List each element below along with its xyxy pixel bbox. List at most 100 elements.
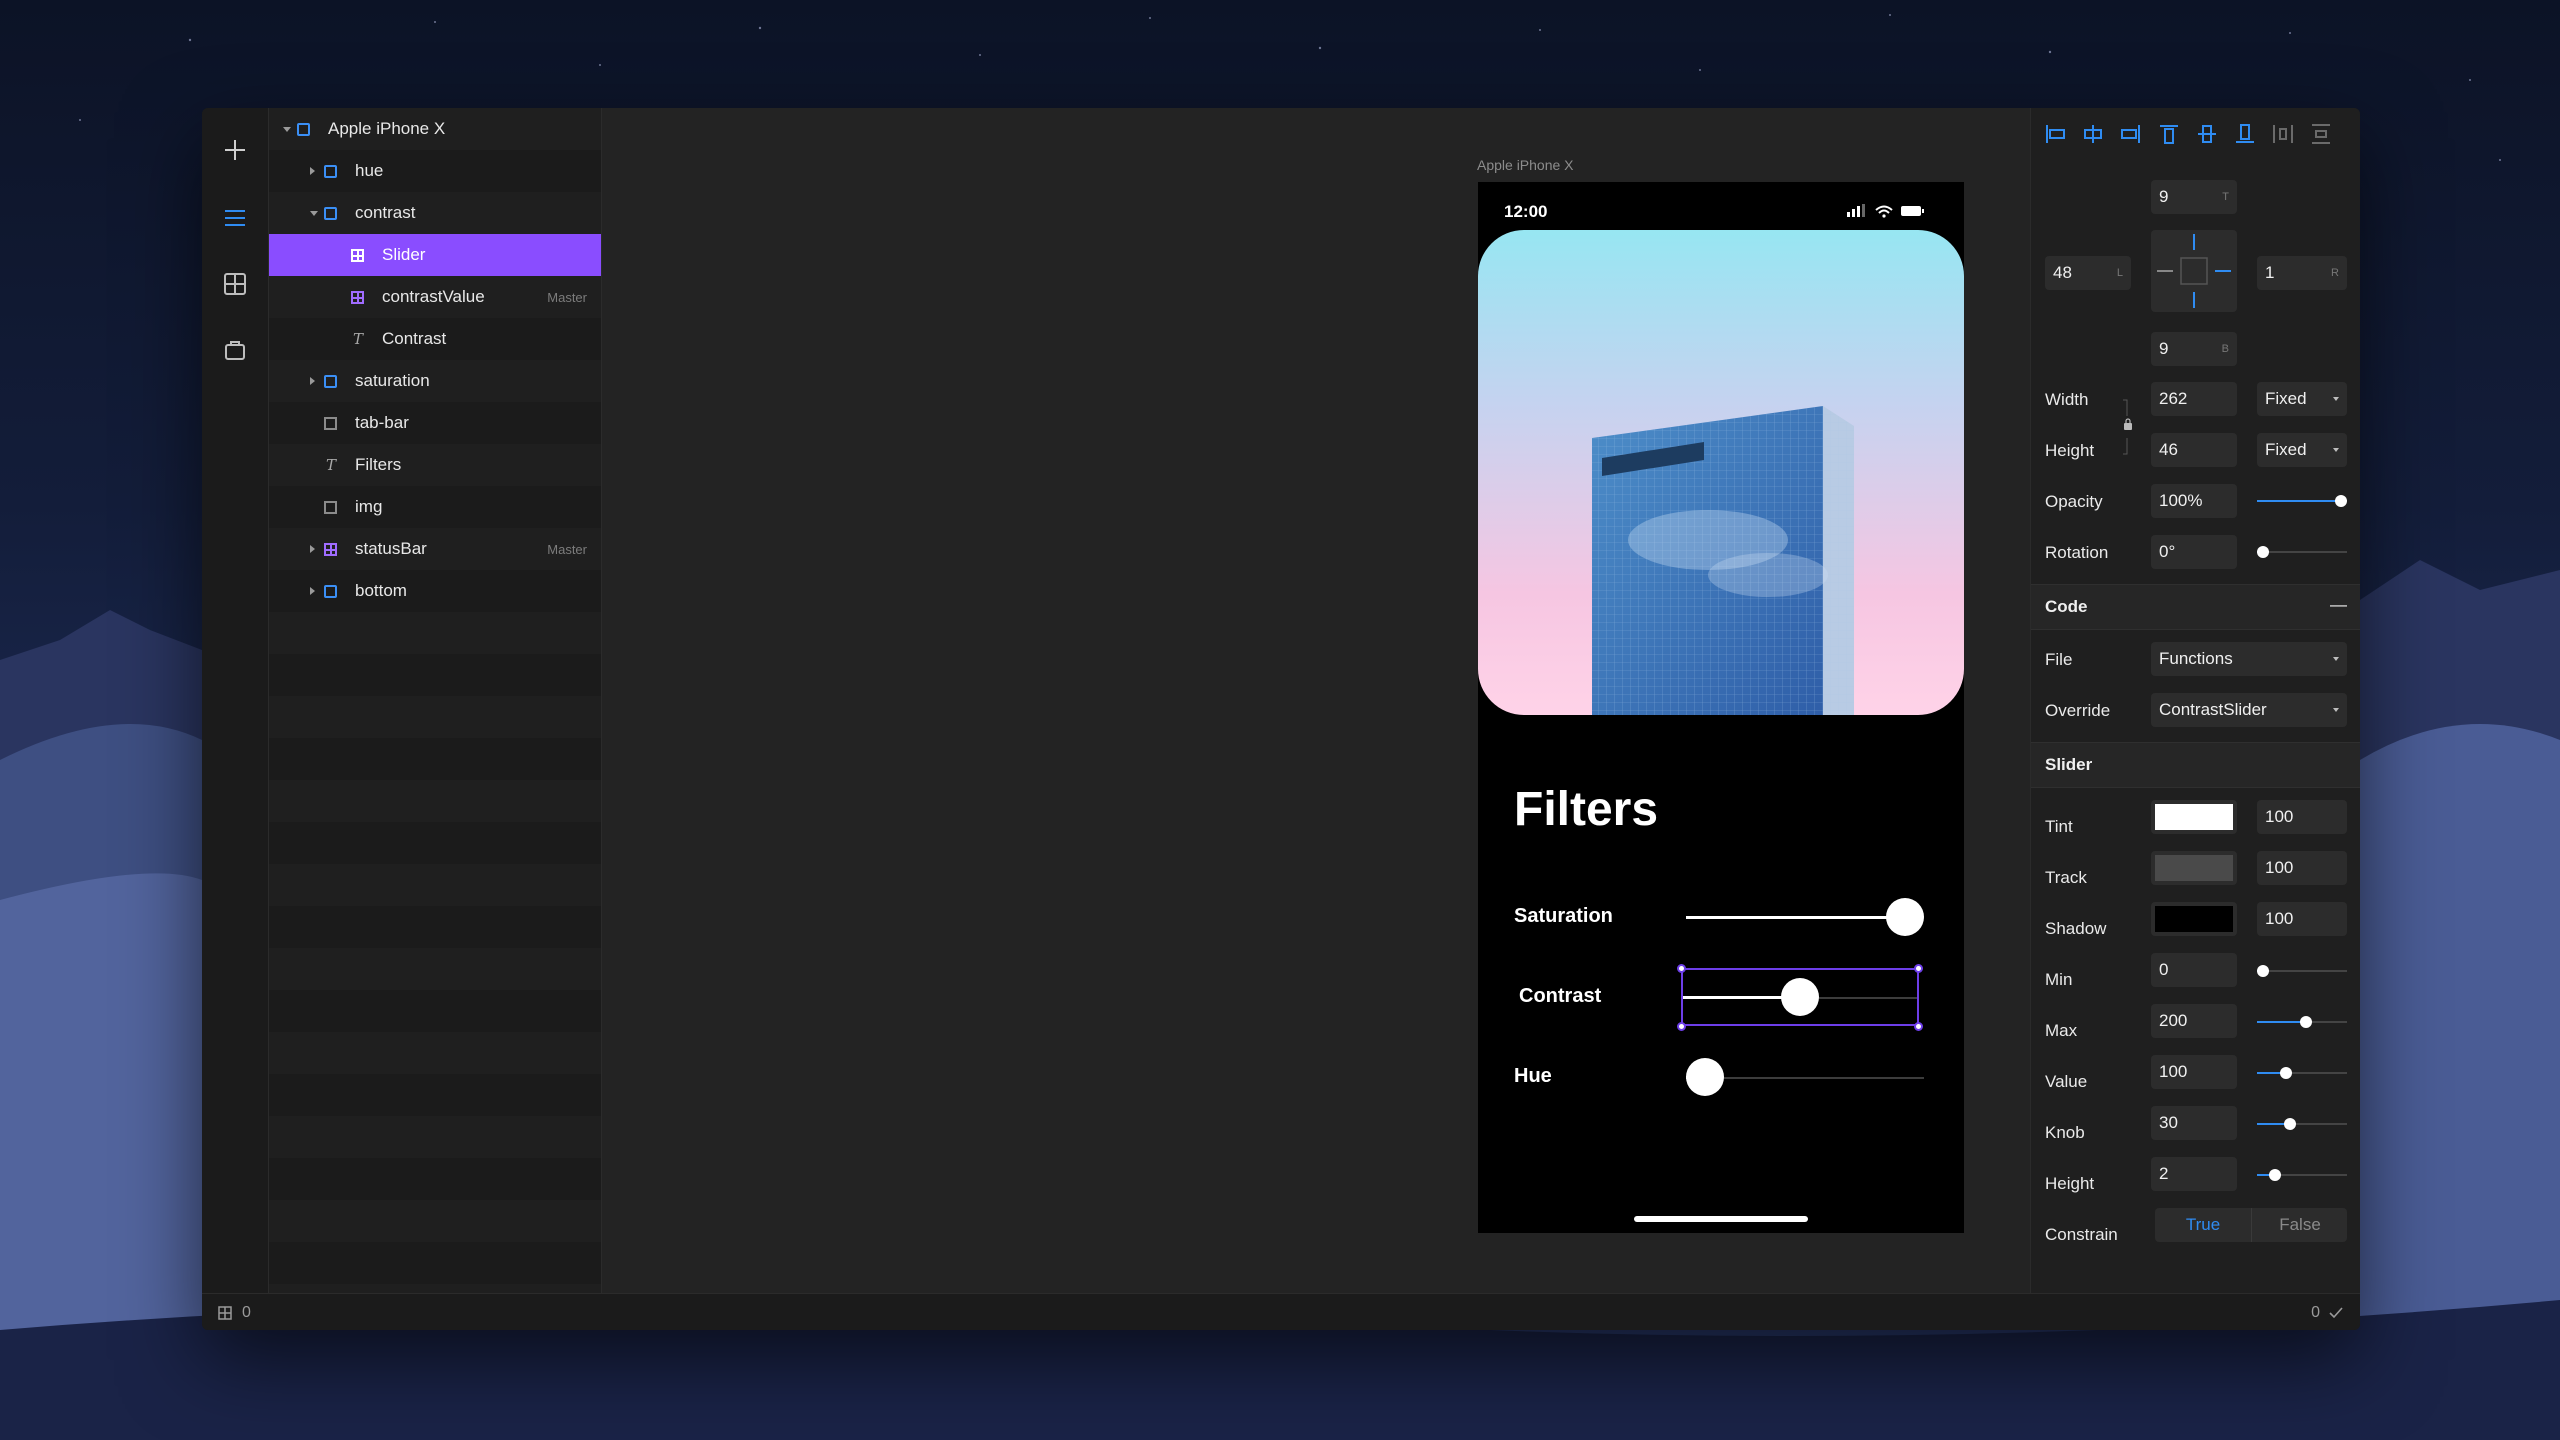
layer-row-statusbar[interactable]: statusBar Master: [269, 528, 601, 570]
height-mode-select[interactable]: Fixed: [2257, 433, 2347, 467]
align-bottom-icon[interactable]: [2233, 122, 2257, 146]
knob-input[interactable]: 30: [2151, 1106, 2237, 1140]
code-section-header[interactable]: Code —: [2031, 584, 2360, 630]
iphone-frame[interactable]: 12:00 Filters Saturation Contrast Hue: [1478, 182, 1964, 1233]
layer-row-contrastvalue[interactable]: contrastValue Master: [269, 276, 601, 318]
layer-row-filters[interactable]: T Filters: [269, 444, 601, 486]
phone-slider-knob[interactable]: [1686, 1058, 1724, 1096]
pad-right-input[interactable]: 1R: [2257, 256, 2347, 290]
pad-bottom-value: 9: [2159, 339, 2169, 358]
slider-section-header[interactable]: Slider: [2031, 742, 2360, 788]
distribute-v-icon[interactable]: [2309, 122, 2333, 146]
resize-handle[interactable]: [1914, 964, 1923, 973]
track-input[interactable]: 100: [2257, 851, 2347, 885]
value-slider[interactable]: [2257, 1067, 2347, 1079]
rotation-slider[interactable]: [2257, 546, 2347, 558]
min-input[interactable]: 0: [2151, 953, 2237, 987]
chevron-down-icon[interactable]: [310, 211, 318, 216]
chevron-right-icon[interactable]: [310, 167, 315, 175]
pad-bottom-input[interactable]: 9B: [2151, 332, 2237, 366]
resize-handle[interactable]: [1677, 1022, 1686, 1031]
chevron-down-icon: [2333, 657, 2339, 661]
width-mode-value: Fixed: [2265, 389, 2307, 408]
selection-box[interactable]: [1681, 968, 1919, 1026]
mini-slider-track[interactable]: [2257, 551, 2347, 553]
rotation-input[interactable]: 0°: [2151, 535, 2237, 569]
lock-icon[interactable]: [2121, 398, 2135, 456]
width-input[interactable]: 262: [2151, 382, 2237, 416]
min-slider[interactable]: [2257, 965, 2347, 977]
layer-name: img: [355, 497, 383, 516]
layer-row-contrast[interactable]: contrast: [269, 192, 601, 234]
chevron-right-icon[interactable]: [310, 377, 315, 385]
resize-handle[interactable]: [1914, 1022, 1923, 1031]
track-swatch[interactable]: [2151, 851, 2237, 885]
layer-row-slider[interactable]: Slider: [269, 234, 601, 276]
distribute-h-icon[interactable]: [2271, 122, 2295, 146]
plus-icon[interactable]: [215, 130, 255, 170]
override-select[interactable]: ContrastSlider: [2151, 693, 2347, 727]
mini-slider-knob[interactable]: [2280, 1067, 2293, 1079]
shadow-input[interactable]: 100: [2257, 902, 2347, 936]
width-mode-select[interactable]: Fixed: [2257, 382, 2347, 416]
layers-icon[interactable]: [215, 198, 255, 238]
component-icon: [351, 249, 364, 262]
layer-row-saturation[interactable]: saturation: [269, 360, 601, 402]
mini-slider-knob[interactable]: [2299, 1016, 2312, 1028]
layer-row-contrast[interactable]: T Contrast: [269, 318, 601, 360]
collapse-icon[interactable]: —: [2330, 595, 2347, 615]
mini-slider-fill: [2257, 1021, 2306, 1023]
mini-slider-knob[interactable]: [2284, 1118, 2297, 1130]
override-label: Override: [2045, 701, 2111, 720]
design-canvas[interactable]: Apple iPhone X 12:00 Filters Saturation …: [602, 108, 2232, 1293]
layer-row-bottom[interactable]: bottom: [269, 570, 601, 612]
max-input[interactable]: 200: [2151, 1004, 2237, 1038]
layer-row-apple-iphone-x[interactable]: Apple iPhone X: [269, 108, 601, 150]
align-center-h-icon[interactable]: [2081, 122, 2105, 146]
align-left-icon[interactable]: [2043, 122, 2067, 146]
chevron-right-icon[interactable]: [310, 545, 315, 553]
knob-slider[interactable]: [2257, 1118, 2347, 1130]
mini-slider-knob[interactable]: [2257, 546, 2269, 558]
layer-row-tab-bar[interactable]: tab-bar: [269, 402, 601, 444]
constrain-toggle[interactable]: True False: [2155, 1208, 2347, 1242]
grid-icon[interactable]: [215, 264, 255, 304]
max-slider[interactable]: [2257, 1016, 2347, 1028]
align-center-v-icon[interactable]: [2195, 122, 2219, 146]
phone-slider-knob[interactable]: [1886, 898, 1924, 936]
pad-top-input[interactable]: 9T: [2151, 180, 2237, 214]
value-input[interactable]: 100: [2151, 1055, 2237, 1089]
mini-slider-knob[interactable]: [2335, 495, 2347, 507]
chevron-down-icon[interactable]: [283, 127, 291, 132]
mini-slider-knob[interactable]: [2268, 1169, 2281, 1181]
constraints-widget[interactable]: [2151, 230, 2237, 312]
opacity-input[interactable]: 100%: [2151, 484, 2237, 518]
tint-input[interactable]: 100: [2257, 800, 2347, 834]
layer-row-img[interactable]: img: [269, 486, 601, 528]
chevron-down-icon: [2333, 708, 2339, 712]
pad-left-input[interactable]: 48 L: [2045, 256, 2131, 290]
tint-swatch[interactable]: [2151, 800, 2237, 834]
shadow-swatch[interactable]: [2151, 902, 2237, 936]
constrain-false-option[interactable]: False: [2251, 1208, 2348, 1242]
align-top-icon[interactable]: [2157, 122, 2181, 146]
pad-top-value: 9: [2159, 187, 2169, 206]
phone-slider-fill: [1686, 916, 1905, 919]
shadow-label: Shadow: [2045, 919, 2107, 938]
layer-row-hue[interactable]: hue: [269, 150, 601, 192]
align-right-icon[interactable]: [2119, 122, 2143, 146]
opacity-slider[interactable]: [2257, 495, 2347, 507]
resize-handle[interactable]: [1677, 964, 1686, 973]
store-icon[interactable]: [215, 330, 255, 370]
mini-slider-track[interactable]: [2257, 970, 2347, 972]
chevron-right-icon[interactable]: [310, 587, 315, 595]
frame-label[interactable]: Apple iPhone X: [1477, 157, 1574, 173]
file-select[interactable]: Functions: [2151, 642, 2347, 676]
mini-slider-knob[interactable]: [2257, 965, 2269, 977]
hero-image[interactable]: [1478, 230, 1964, 715]
height-input[interactable]: 46: [2151, 433, 2237, 467]
constrain-true-option[interactable]: True: [2155, 1208, 2251, 1242]
slider-height-slider[interactable]: [2257, 1169, 2347, 1181]
pad-right-sub: R: [2331, 267, 2339, 279]
slider-height-input[interactable]: 2: [2151, 1157, 2237, 1191]
